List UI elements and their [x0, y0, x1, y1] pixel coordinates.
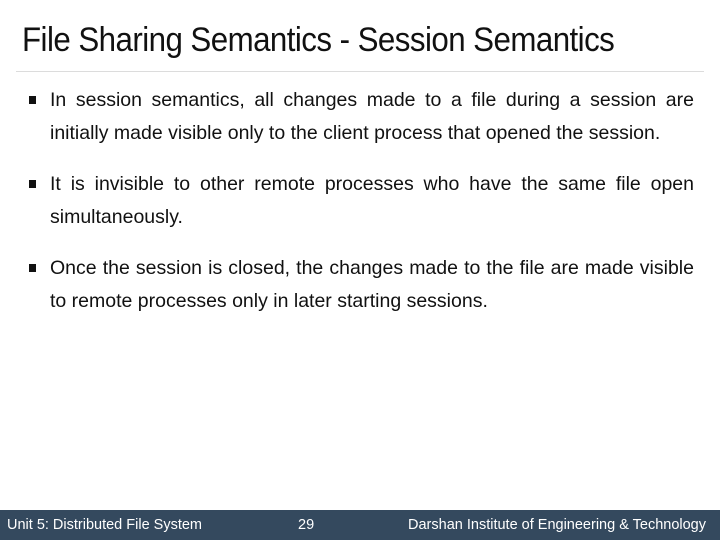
- footer-unit-label: Unit 5: Distributed File System: [7, 517, 203, 533]
- bullet-item: It is invisible to other remote processe…: [22, 168, 694, 234]
- square-bullet-icon: [29, 180, 36, 188]
- bullet-list: In session semantics, all changes made t…: [22, 84, 694, 336]
- bullet-item: Once the session is closed, the changes …: [22, 252, 694, 318]
- bullet-text: In session semantics, all changes made t…: [50, 89, 694, 144]
- footer-page-number: 29: [298, 517, 315, 533]
- title-divider: [16, 71, 704, 72]
- bullet-item: In session semantics, all changes made t…: [22, 84, 694, 150]
- slide-footer: Unit 5: Distributed File System 29 Darsh…: [0, 510, 720, 540]
- bullet-text: It is invisible to other remote processe…: [50, 173, 694, 228]
- footer-institute-name: Darshan Institute of Engineering & Techn…: [408, 517, 706, 533]
- bullet-text: Once the session is closed, the changes …: [50, 257, 694, 312]
- slide-title: File Sharing Semantics - Session Semanti…: [22, 21, 615, 59]
- square-bullet-icon: [29, 264, 36, 272]
- square-bullet-icon: [29, 96, 36, 104]
